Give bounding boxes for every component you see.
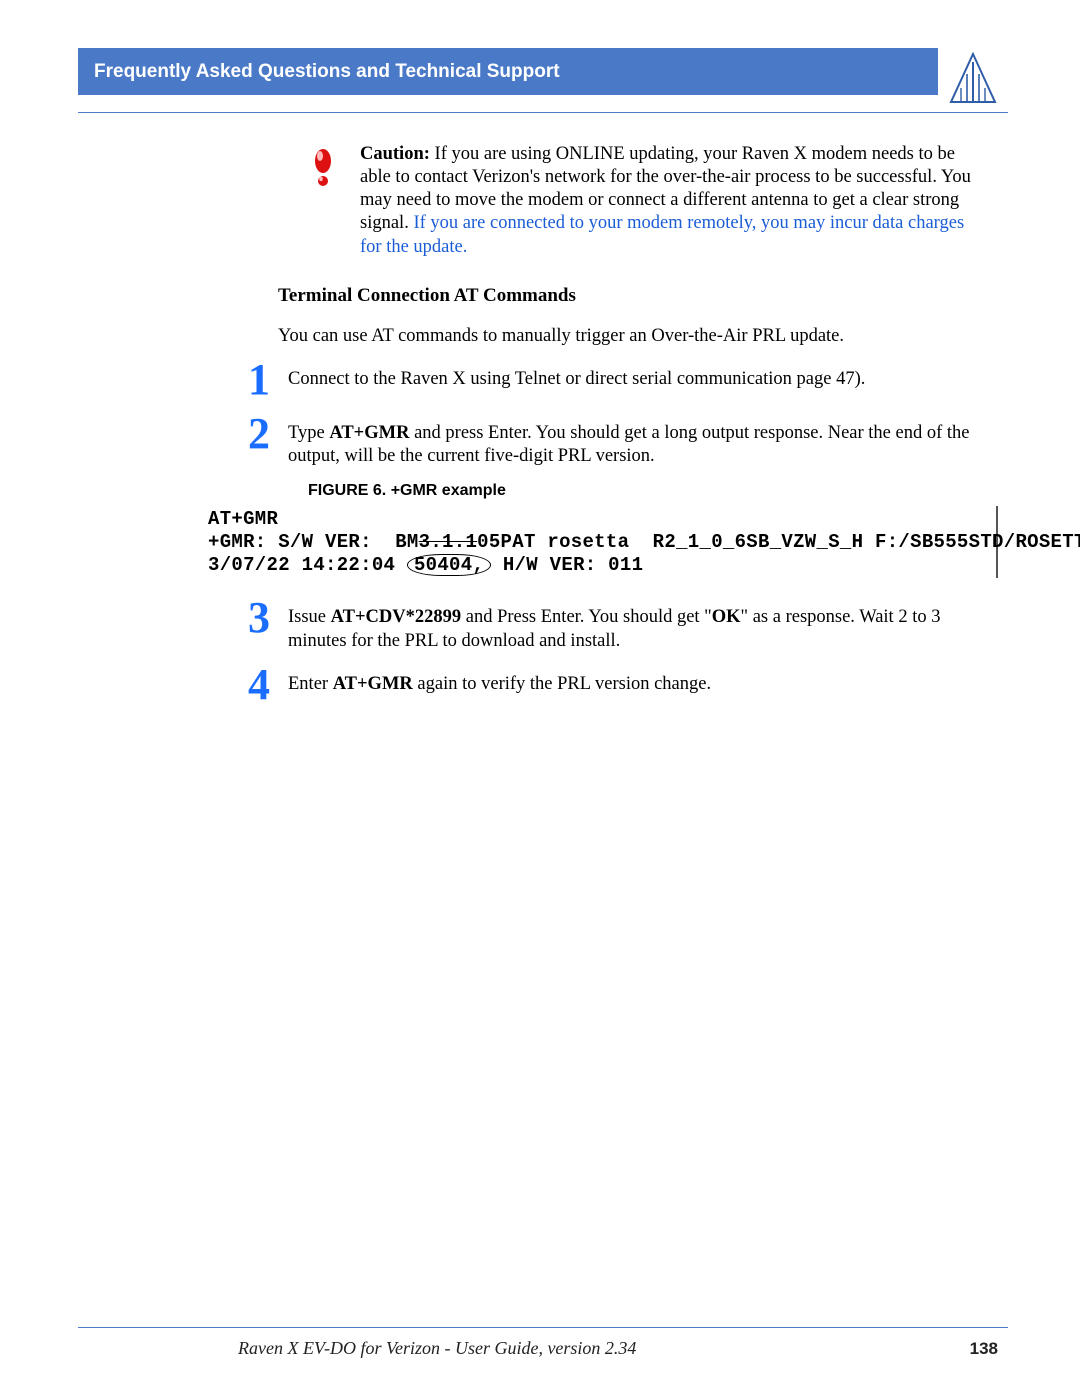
- step3-ok: OK: [712, 607, 741, 627]
- step-text-3: Issue AT+CDV*22899 and Press Enter. You …: [288, 596, 988, 652]
- logo-cell: [938, 48, 1008, 106]
- page: Frequently Asked Questions and Technical…: [78, 48, 1008, 1348]
- figure-caption-title: +GMR example: [391, 482, 506, 499]
- term-line2strike: 3.1.1: [419, 531, 478, 553]
- step3-mid: and Press Enter. You should get ": [461, 607, 712, 627]
- footer: Raven X EV-DO for Verizon - User Guide, …: [78, 1327, 1008, 1359]
- step-3: 3 Issue AT+CDV*22899 and Press Enter. Yo…: [248, 596, 988, 652]
- step3-cmd: AT+CDV*22899: [331, 607, 461, 627]
- step-text-2: Type AT+GMR and press Enter. You should …: [288, 412, 988, 468]
- content: Caution: If you are using ONLINE updatin…: [78, 113, 1008, 707]
- caution-text: Caution: If you are using ONLINE updatin…: [360, 143, 988, 259]
- caution-blue: If you are connected to your modem remot…: [360, 213, 964, 256]
- step-text-1: Connect to the Raven X using Telnet or d…: [288, 358, 988, 391]
- header-bar-cell: Frequently Asked Questions and Technical…: [78, 48, 938, 95]
- step-text-4: Enter AT+GMR again to verify the PRL ver…: [288, 663, 988, 696]
- step-num-4: 4: [248, 663, 278, 707]
- figure-caption-label: FIGURE 6.: [308, 482, 391, 499]
- term-line3-circled: 50404,: [407, 554, 491, 577]
- triangle-logo-icon: [949, 52, 997, 106]
- caution-label: Caution:: [360, 144, 430, 164]
- step-2: 2 Type AT+GMR and press Enter. You shoul…: [248, 412, 988, 468]
- term-line2a: +GMR: S/W VER: BM: [208, 531, 419, 553]
- step2-pre: Type: [288, 423, 329, 443]
- term-line2b: 05PAT rosetta R2_1_0_6SB_VZW_S_H F:/SB55…: [477, 531, 1080, 553]
- terminal-output: AT+GMR +GMR: S/W VER: BM3.1.105PAT roset…: [208, 506, 998, 578]
- step3-pre: Issue: [288, 607, 331, 627]
- header-title: Frequently Asked Questions and Technical…: [78, 48, 938, 95]
- caution-icon: [308, 143, 342, 194]
- step-4: 4 Enter AT+GMR again to verify the PRL v…: [248, 663, 988, 707]
- term-line3b: H/W VER: 011: [491, 554, 643, 576]
- step-num-1: 1: [248, 358, 278, 402]
- step4-post: again to verify the PRL version change.: [413, 674, 711, 694]
- page-number: 138: [970, 1339, 998, 1359]
- step2-cmd: AT+GMR: [329, 423, 409, 443]
- caution-block: Caution: If you are using ONLINE updatin…: [308, 143, 988, 259]
- step-1: 1 Connect to the Raven X using Telnet or…: [248, 358, 988, 402]
- term-line3a: 3/07/22 14:22:04: [208, 554, 407, 576]
- header-row: Frequently Asked Questions and Technical…: [78, 48, 1008, 113]
- step4-pre: Enter: [288, 674, 333, 694]
- step-num-3: 3: [248, 596, 278, 640]
- section-heading: Terminal Connection AT Commands: [278, 285, 1008, 307]
- step4-cmd: AT+GMR: [333, 674, 413, 694]
- step-num-2: 2: [248, 412, 278, 456]
- figure-caption: FIGURE 6. +GMR example: [308, 482, 1008, 500]
- intro-para: You can use AT commands to manually trig…: [278, 325, 988, 348]
- term-line1: AT+GMR: [208, 508, 278, 530]
- footer-title: Raven X EV-DO for Verizon - User Guide, …: [238, 1338, 636, 1359]
